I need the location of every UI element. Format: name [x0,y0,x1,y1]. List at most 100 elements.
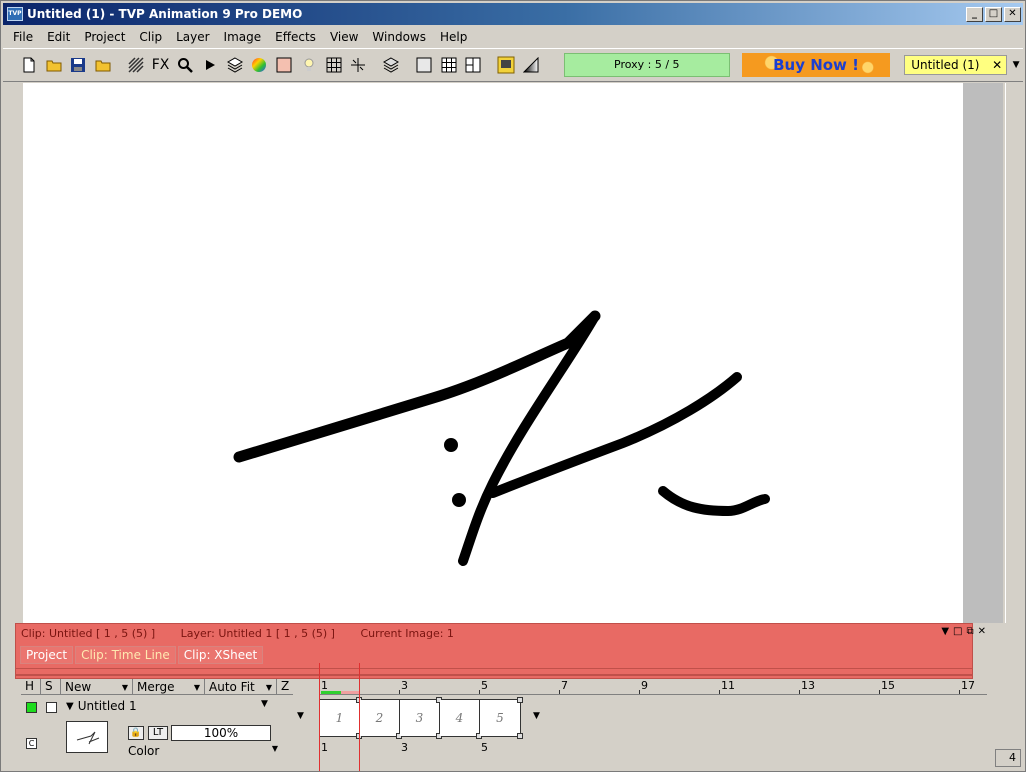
frame-thumbnail[interactable]: 3 [400,697,442,739]
stroke-long-line [233,310,601,463]
layers-button[interactable] [223,53,247,77]
pattern-tool-button[interactable] [124,53,148,77]
view-split-button[interactable] [461,53,485,77]
menu-clip[interactable]: Clip [133,30,170,44]
ruler-tick [719,690,720,694]
menu-project[interactable]: Project [78,30,133,44]
ruler-label: 5 [481,679,488,692]
save-button[interactable] [66,53,90,77]
buy-now-banner[interactable]: Buy Now ! [741,53,891,77]
layers-icon [226,57,243,73]
panel-close-icon[interactable]: ✕ [978,626,986,637]
stroke-dot-1 [444,438,458,452]
proxy-indicator[interactable]: Proxy : 5 / 5 [563,53,730,77]
view-single-icon [416,57,432,73]
maximize-button[interactable]: □ [985,6,1002,22]
ruler-label: 9 [641,679,648,692]
drawing-canvas[interactable] [23,83,963,623]
document-dropdown-arrow-icon[interactable]: ▼ [1009,55,1023,75]
menu-file[interactable]: File [7,30,41,44]
transform-button[interactable] [347,53,371,77]
ruler-label: 13 [801,679,815,692]
timeline-area[interactable]: 1 3 5 7 9 11 13 15 17 ▼ 1 2 3 4 5 ▼ 1 3 … [295,679,987,763]
bottom-ruler-label: 3 [401,741,408,754]
panel-divider-thick [16,674,972,676]
panel-controls: ▼ □ ⧉ ✕ [941,626,986,637]
new-dropdown-arrow-icon: ▼ [121,682,128,692]
layer-row[interactable]: C ▼ Untitled 1 ▼ 🔒 LT 100% Color ▼ [21,696,293,762]
grid-button[interactable] [322,53,346,77]
canvas-left-margin [3,83,23,623]
frame-thumbnail[interactable]: 2 [360,700,402,739]
light-table-button[interactable]: LT [148,726,168,740]
layer-name-row[interactable]: ▼ Untitled 1 [66,699,137,713]
menu-layer[interactable]: Layer [170,30,217,44]
play-button[interactable] [198,53,222,77]
menu-effects[interactable]: Effects [269,30,324,44]
tab-clip-time-line[interactable]: Clip: Time Line [75,646,176,664]
fx-button[interactable]: FX [149,53,173,77]
panel-maximize-icon[interactable]: □ [953,626,962,637]
hide-column-header[interactable]: H [21,679,41,695]
frame-handle[interactable] [517,733,523,739]
frame-thumbnail[interactable]: 4 [440,700,482,739]
frame-thumbnail[interactable]: 1 [320,697,362,739]
zoom-column-header[interactable]: Z [277,679,293,695]
blend-mode-dropdown[interactable]: Color ▼ [128,744,278,758]
frame-handle[interactable] [517,697,523,703]
minimize-button[interactable]: _ [966,6,983,22]
menu-windows[interactable]: Windows [366,30,434,44]
color-wheel-button[interactable] [248,53,272,77]
layer-opacity-field[interactable]: 100% [171,725,271,741]
layer-visibility-toggle[interactable] [26,702,37,713]
timeline-bottom-ruler: 1 3 5 [319,741,619,755]
menu-image[interactable]: Image [218,30,270,44]
menu-view[interactable]: View [324,30,366,44]
frame-strip[interactable]: 1 2 3 4 5 [319,697,523,739]
document-close-icon[interactable]: ✕ [992,56,1006,74]
autofit-dropdown[interactable]: Auto Fit ▼ [205,679,277,695]
new-layer-dropdown[interactable]: New ▼ [61,679,133,695]
layer-expand-icon[interactable]: ▼ [66,701,74,712]
playhead-start-line[interactable] [319,663,320,771]
frame-menu-arrow-icon[interactable]: ▼ [533,711,540,721]
magnifier-icon [178,58,194,73]
color-swatch-button[interactable] [272,53,296,77]
transform-icon [351,58,366,72]
menu-edit[interactable]: Edit [41,30,78,44]
view-grid-button[interactable] [437,53,461,77]
zoom-button[interactable] [173,53,197,77]
frame-thumbnail[interactable]: 5 [480,697,523,739]
tab-project[interactable]: Project [20,646,74,664]
solo-column-header[interactable]: S [41,679,61,695]
playhead-end-line[interactable] [359,663,360,771]
merge-dropdown[interactable]: Merge ▼ [133,679,205,695]
panel-restore-icon[interactable]: ⧉ [966,626,973,637]
vertical-scrollbar[interactable] [1005,83,1023,623]
view-single-button[interactable] [412,53,436,77]
panel-menu-arrow-icon[interactable]: ▼ [941,626,949,637]
tab-clip-xsheet[interactable]: Clip: XSheet [177,646,264,664]
document-select[interactable]: Untitled (1) ✕ [904,55,1008,75]
light-button[interactable] [297,53,321,77]
monitor-button[interactable] [494,53,518,77]
new-layer-label: New [65,679,92,694]
stroke-right-arm [488,372,742,498]
close-button[interactable]: ✕ [1004,6,1021,22]
folder-button[interactable] [91,53,115,77]
open-folder-button[interactable] [42,53,66,77]
layer-c-toggle[interactable]: C [26,738,37,749]
gradient-button[interactable] [519,53,543,77]
monitor-icon [497,56,515,74]
ruler-tick [479,690,480,694]
layer-solo-checkbox[interactable] [46,702,57,713]
layer-stack-button[interactable] [379,53,403,77]
timeline-expand-arrow-icon[interactable]: ▼ [297,711,304,721]
layer-menu-arrow-icon[interactable]: ▼ [261,699,268,709]
menu-help[interactable]: Help [434,30,475,44]
title-bar[interactable]: TVP Untitled (1) - TVP Animation 9 Pro D… [3,3,1023,25]
timeline-ruler[interactable]: 1 3 5 7 9 11 13 15 17 [319,679,987,695]
new-document-button[interactable] [17,53,41,77]
layer-thumbnail [66,721,108,753]
layer-lock-icon[interactable]: 🔒 [128,726,144,740]
